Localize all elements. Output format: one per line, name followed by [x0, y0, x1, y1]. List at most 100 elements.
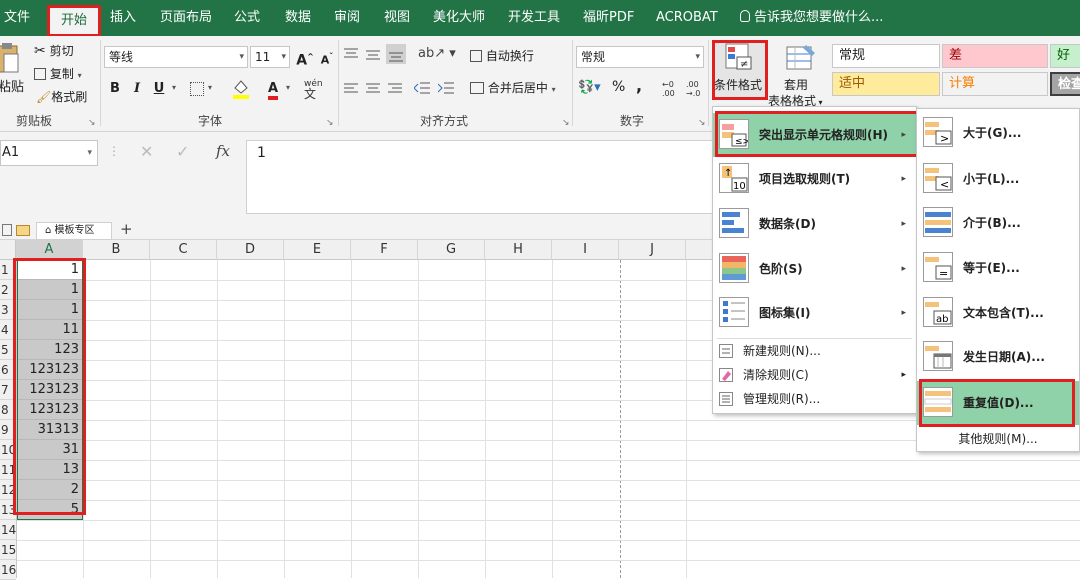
tab-foxit-pdf[interactable]: 福昕PDF	[583, 0, 634, 36]
tab-beautify-master[interactable]: 美化大师	[433, 0, 485, 36]
menu-item-manage-rules[interactable]: 管理规则(R)...	[713, 387, 916, 411]
name-box[interactable]: A1 ▾	[0, 140, 98, 166]
divider	[708, 40, 709, 126]
row-header[interactable]: 16	[0, 560, 16, 580]
align-center-icon[interactable]	[366, 82, 380, 96]
tab-view[interactable]: 视图	[384, 0, 410, 36]
copy-button[interactable]: 复制 ▾	[34, 63, 82, 85]
select-all-corner[interactable]	[0, 240, 16, 260]
row-header[interactable]: 15	[0, 540, 16, 560]
align-bottom-icon[interactable]	[386, 44, 406, 64]
menu-item-icon-sets[interactable]: 图标集(I) ▸	[713, 291, 916, 335]
enter-icon[interactable]: ✓	[176, 142, 189, 161]
chevron-down-icon[interactable]: ▾	[172, 83, 176, 92]
menu-item-data-bars[interactable]: 数据条(D) ▸	[713, 202, 916, 246]
column-header-b[interactable]: B	[83, 240, 150, 260]
submenu-item-equal-to[interactable]: = 等于(E)...	[917, 246, 1079, 290]
underline-button[interactable]: U	[148, 78, 170, 100]
tell-me-search[interactable]: 告诉我您想要做什么...	[740, 0, 883, 36]
template-zone-tab[interactable]: ⌂ 模板专区	[36, 222, 112, 240]
align-top-icon[interactable]	[344, 46, 358, 62]
style-normal[interactable]: 常规	[832, 44, 940, 68]
column-header-a[interactable]: A	[16, 240, 83, 260]
shrink-font-button[interactable]: Aˇ	[316, 46, 338, 68]
font-color-button[interactable]: A	[262, 78, 284, 100]
row-header[interactable]: 14	[0, 520, 16, 540]
paste-button[interactable]: 粘贴	[0, 76, 24, 95]
number-format-dropdown[interactable]: 常规 ▾	[576, 46, 704, 68]
style-good[interactable]: 好	[1050, 44, 1080, 68]
increase-decimal-icon[interactable]: ←0.00	[662, 80, 675, 98]
style-check-cell[interactable]: 检查	[1050, 72, 1080, 96]
add-tab-button[interactable]: +	[120, 220, 133, 238]
folder-icon[interactable]	[16, 225, 30, 236]
tab-file[interactable]: 文件	[4, 0, 30, 36]
tab-page-layout[interactable]: 页面布局	[160, 0, 212, 36]
tab-acrobat[interactable]: ACROBAT	[656, 0, 718, 36]
increase-indent-icon[interactable]	[437, 81, 454, 95]
font-name-dropdown[interactable]: 等线 ▾	[104, 46, 248, 68]
align-middle-icon[interactable]	[366, 46, 380, 62]
alignment-launcher-icon[interactable]: ↘	[562, 118, 570, 128]
equal-to-icon: =	[923, 252, 953, 282]
chevron-down-icon[interactable]: ▾	[208, 83, 212, 92]
column-header-j[interactable]: J	[619, 240, 686, 260]
column-header-g[interactable]: G	[418, 240, 485, 260]
style-bad[interactable]: 差	[942, 44, 1048, 68]
menu-item-color-scales[interactable]: 色阶(S) ▸	[713, 247, 916, 291]
italic-button[interactable]: I	[126, 78, 148, 100]
data-bars-icon	[719, 208, 749, 238]
wrap-text-button[interactable]: 自动换行	[470, 45, 534, 67]
phonetic-guide-icon[interactable]: wén 文	[304, 79, 323, 101]
submenu-item-greater-than[interactable]: > 大于(G)...	[917, 111, 1079, 155]
decrease-decimal-icon[interactable]: .00 →.0	[686, 80, 700, 98]
comma-style-button[interactable]: ,	[636, 76, 642, 95]
column-header-h[interactable]: H	[485, 240, 552, 260]
tab-review[interactable]: 审阅	[334, 0, 360, 36]
tab-home[interactable]: 开始	[47, 5, 101, 37]
fill-color-icon[interactable]	[232, 78, 250, 100]
column-header-d[interactable]: D	[217, 240, 284, 260]
paste-icon[interactable]	[0, 42, 20, 74]
chevron-down-icon[interactable]: ▾	[286, 83, 290, 92]
cut-button[interactable]: ✂ 剪切	[34, 40, 74, 62]
grow-font-button[interactable]: A^	[294, 46, 316, 69]
tab-developer[interactable]: 开发工具	[508, 0, 560, 36]
merge-center-button[interactable]: 合并后居中 ▾	[470, 77, 556, 99]
align-left-icon[interactable]	[344, 82, 358, 96]
style-neutral[interactable]: 适中	[832, 72, 940, 96]
borders-icon[interactable]	[190, 82, 204, 96]
tab-insert[interactable]: 插入	[110, 0, 136, 36]
menu-item-top-bottom-rules[interactable]: ↑ 10 项目选取规则(T) ▸	[713, 157, 916, 201]
clipboard-launcher-icon[interactable]: ↘	[88, 118, 96, 128]
column-header-e[interactable]: E	[284, 240, 351, 260]
cancel-icon[interactable]: ✕	[140, 142, 153, 161]
column-header-i[interactable]: I	[552, 240, 619, 260]
submenu-item-between[interactable]: 介于(B)...	[917, 201, 1079, 245]
decrease-indent-icon[interactable]	[413, 81, 430, 95]
orientation-icon[interactable]: ab↗ ▾	[418, 46, 456, 61]
submenu-item-more-rules[interactable]: 其他规则(M)...	[917, 427, 1079, 451]
submenu-item-text-contains[interactable]: ab 文本包含(T)...	[917, 291, 1079, 335]
submenu-item-date-occurring[interactable]: 发生日期(A)...	[917, 335, 1079, 379]
percent-button[interactable]: %	[612, 79, 625, 95]
column-header-c[interactable]: C	[150, 240, 217, 260]
menu-item-clear-rules[interactable]: 清除规则(C) ▸	[713, 363, 916, 387]
tab-formulas[interactable]: 公式	[234, 0, 260, 36]
style-calculation[interactable]: 计算	[942, 72, 1048, 96]
font-size-dropdown[interactable]: 11 ▾	[250, 46, 290, 68]
bold-button[interactable]: B	[104, 78, 126, 100]
format-as-table-button[interactable]: 套用 表格格式 ▾	[768, 40, 828, 108]
column-header-f[interactable]: F	[351, 240, 418, 260]
align-right-icon[interactable]	[388, 82, 402, 96]
menu-item-new-rule[interactable]: 新建规则(N)...	[713, 339, 916, 363]
submenu-item-less-than[interactable]: < 小于(L)...	[917, 157, 1079, 201]
format-painter-button[interactable]: 🖌格式刷	[36, 86, 87, 108]
document-icon[interactable]	[2, 224, 12, 236]
number-launcher-icon[interactable]: ↘	[698, 118, 706, 128]
font-launcher-icon[interactable]: ↘	[326, 118, 334, 128]
tab-data[interactable]: 数据	[285, 0, 311, 36]
currency-icon[interactable]: 💱▾	[578, 80, 601, 95]
formula-value: 1	[257, 145, 266, 161]
insert-function-button[interactable]: fx	[216, 142, 230, 160]
